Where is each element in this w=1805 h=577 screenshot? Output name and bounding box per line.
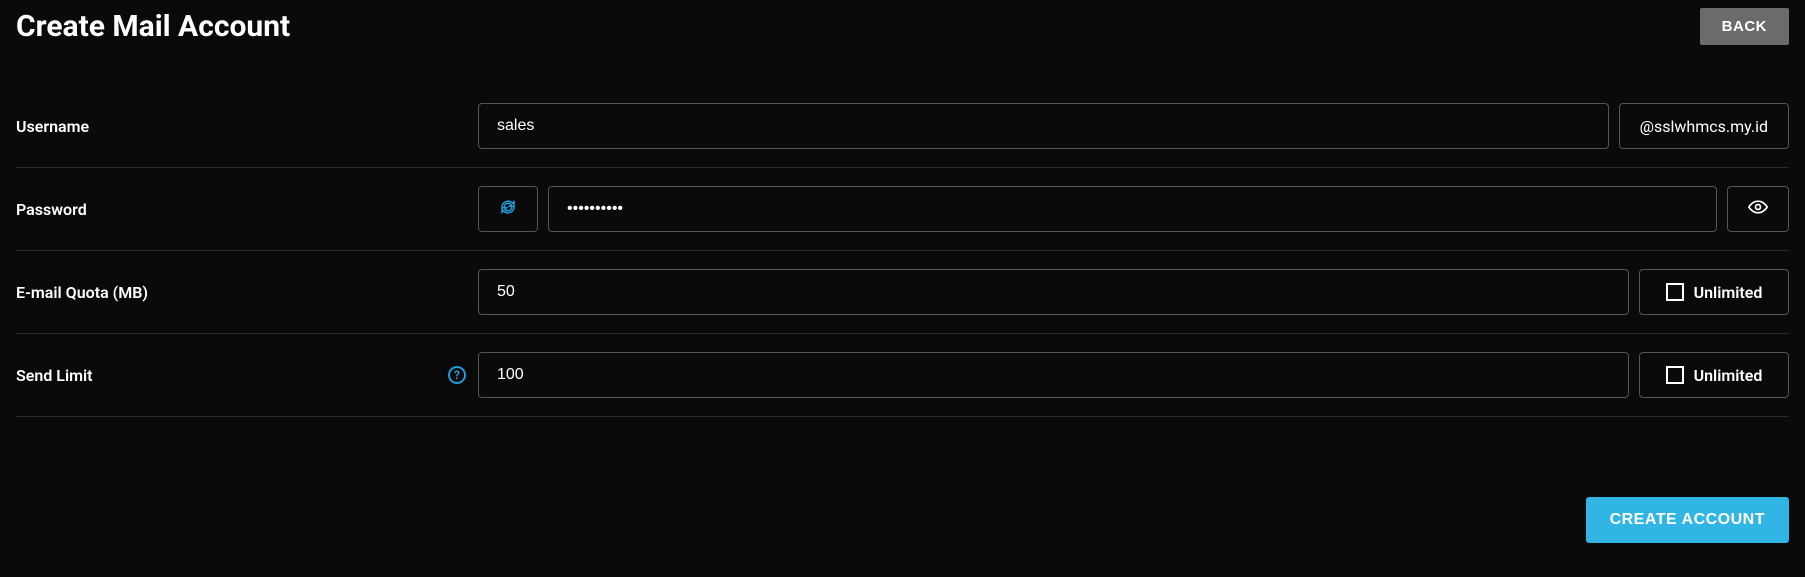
send-limit-unlimited-toggle[interactable]: Unlimited — [1639, 352, 1789, 398]
back-button[interactable]: BACK — [1700, 8, 1789, 45]
page-title: Create Mail Account — [16, 9, 290, 44]
send-limit-label: Send Limit — [16, 366, 93, 385]
domain-suffix: @sslwhmcs.my.id — [1619, 103, 1789, 149]
password-row: Password — [16, 168, 1789, 251]
checkbox-icon — [1666, 283, 1684, 301]
create-account-button[interactable]: CREATE ACCOUNT — [1586, 497, 1789, 543]
password-label: Password — [16, 200, 87, 219]
send-limit-input[interactable] — [478, 352, 1629, 398]
password-input[interactable] — [548, 186, 1717, 232]
eye-icon — [1748, 197, 1768, 221]
help-icon[interactable]: ? — [448, 366, 466, 384]
username-row: Username @sslwhmcs.my.id — [16, 85, 1789, 168]
send-limit-row: Send Limit ? Unlimited — [16, 334, 1789, 417]
generate-password-button[interactable] — [478, 186, 538, 232]
quota-unlimited-label: Unlimited — [1694, 283, 1763, 302]
generate-icon — [499, 198, 517, 220]
username-label: Username — [16, 117, 89, 136]
quota-input[interactable] — [478, 269, 1629, 315]
checkbox-icon — [1666, 366, 1684, 384]
toggle-password-visibility-button[interactable] — [1727, 186, 1789, 232]
send-limit-unlimited-label: Unlimited — [1694, 366, 1763, 385]
quota-unlimited-toggle[interactable]: Unlimited — [1639, 269, 1789, 315]
username-input[interactable] — [478, 103, 1609, 149]
quota-label: E-mail Quota (MB) — [16, 283, 148, 302]
quota-row: E-mail Quota (MB) Unlimited — [16, 251, 1789, 334]
